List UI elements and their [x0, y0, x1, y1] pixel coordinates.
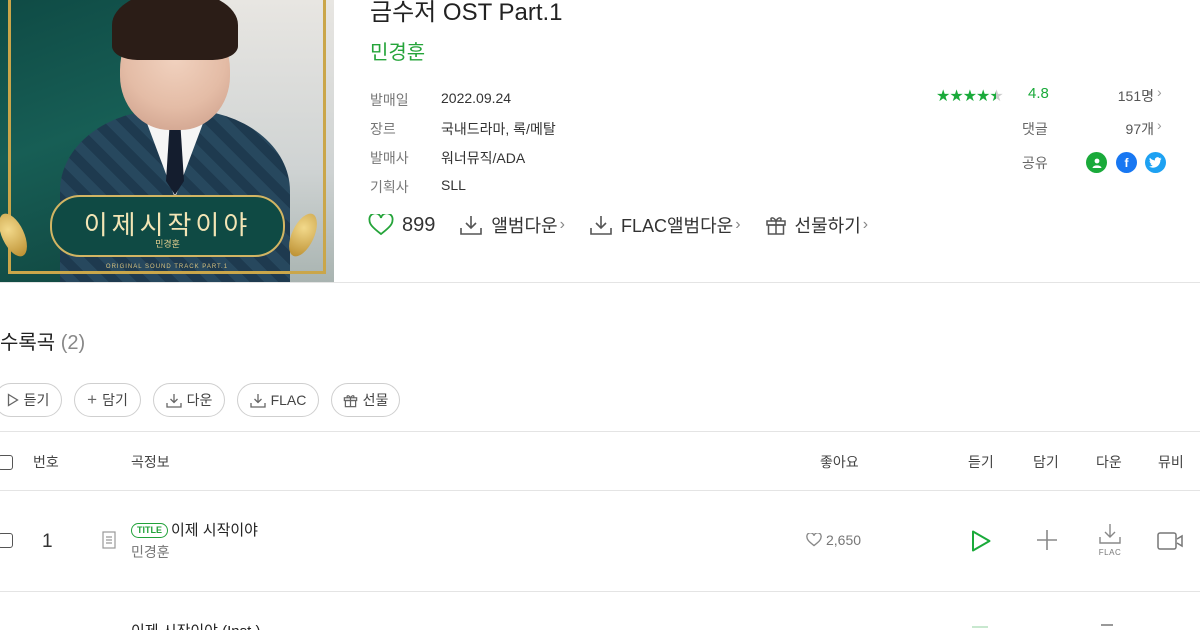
heart-icon: [806, 533, 822, 547]
genre-label: 장르: [370, 121, 396, 137]
album-download-label: 앨범다운: [491, 216, 558, 236]
plus-icon: +: [87, 390, 98, 409]
play-icon: [7, 393, 19, 407]
melon-profile-icon[interactable]: [1086, 152, 1107, 173]
like-count: 899: [402, 213, 436, 236]
song-title-link[interactable]: 이제 시작이야: [171, 522, 258, 539]
star-icon: ★: [949, 88, 963, 105]
album-artist-link[interactable]: 민경훈: [370, 36, 425, 65]
plus-icon: [1037, 530, 1057, 550]
title-badge: TITLE: [131, 523, 168, 538]
song-download-button[interactable]: FLAC: [1097, 523, 1123, 557]
rating-score: 4.8: [1028, 85, 1049, 102]
share-label: 공유: [1022, 155, 1048, 171]
table-top-border: [0, 431, 1200, 432]
cover-ost-text: ORIGINAL SOUND TRACK PART.1: [105, 264, 229, 270]
download-icon: [165, 393, 182, 408]
play-icon: [972, 626, 988, 628]
row-checkbox[interactable]: [0, 533, 13, 548]
add-selected-button[interactable]: + 담기: [74, 383, 141, 417]
agency-label: 기획사: [370, 179, 409, 195]
tracklist-title-text: 수록곡: [0, 332, 56, 354]
gift-label: 선물하기: [794, 216, 861, 236]
chevron-right-icon: ›: [1157, 117, 1162, 133]
chevron-right-icon: ›: [1157, 84, 1162, 100]
comments-label: 댓글: [1022, 121, 1048, 137]
star-icon: ★: [936, 88, 950, 105]
song-artist-link[interactable]: 민경훈: [131, 542, 170, 562]
listen-selected-button[interactable]: 듣기: [0, 383, 62, 417]
gift-selected-button[interactable]: 선물: [331, 383, 400, 417]
comments-count[interactable]: 97개: [1100, 119, 1154, 139]
download-icon: [460, 216, 483, 235]
flac-download-label: FLAC앨범다운: [620, 216, 734, 236]
select-all-checkbox[interactable]: [0, 455, 13, 470]
col-info: 곡정보: [131, 454, 170, 470]
col-mv: 뮤비: [1158, 454, 1184, 470]
twitter-icon[interactable]: [1145, 152, 1166, 173]
song-title-link[interactable]: 이제 시작이야 (Inst.): [131, 620, 260, 630]
download-icon: [590, 216, 612, 235]
genre-value: 국내드라마, 록/메탈: [441, 121, 556, 137]
agency-value: SLL: [441, 177, 466, 193]
heart-icon: [368, 214, 394, 236]
gift-button[interactable]: 선물하기 ›: [765, 212, 869, 238]
col-number: 번호: [33, 454, 59, 470]
song-info-icon[interactable]: [102, 531, 116, 554]
add-button-label: 담기: [102, 392, 128, 408]
facebook-icon[interactable]: f: [1116, 152, 1137, 173]
music-video-button[interactable]: [1157, 531, 1187, 556]
flac-download-button[interactable]: FLAC앨범다운 ›: [589, 212, 741, 238]
album-download-button[interactable]: 앨범다운 ›: [459, 212, 565, 238]
add-to-playlist-button[interactable]: [1036, 529, 1058, 556]
flac-button-label: FLAC: [270, 392, 307, 408]
chevron-right-icon: ›: [862, 216, 869, 233]
col-listen: 듣기: [968, 454, 994, 470]
publisher-label: 발매사: [370, 150, 409, 166]
album-title: 금수저 OST Part.1: [370, 0, 563, 26]
song-title-wrap: TITLE 이제 시작이야: [131, 519, 258, 540]
download-icon: [1099, 524, 1121, 544]
col-add: 담기: [1033, 454, 1059, 470]
track-number: 1: [42, 531, 53, 552]
album-actions: 899 앨범다운 › FLAC앨범다운 › 선물하기 ›: [368, 212, 892, 238]
gift-button-label: 선물: [362, 392, 389, 408]
download-selected-button[interactable]: 다운: [153, 383, 225, 417]
star-icon: ★: [976, 88, 990, 105]
like-button[interactable]: 899: [368, 214, 435, 237]
table-row: 1 TITLE 이제 시작이야 민경훈 2,650 FLAC: [0, 491, 1200, 591]
cover-artist-text: 민경훈: [155, 239, 180, 249]
table-row: 이제 시작이야 (Inst.): [0, 592, 1200, 630]
cover-title-plate: 이제시작이야 민경훈: [50, 195, 285, 257]
play-button[interactable]: [970, 529, 992, 558]
song-like-button[interactable]: 2,650: [806, 532, 861, 548]
album-cover[interactable]: 이제시작이야 민경훈 ORIGINAL SOUND TRACK PART.1: [0, 0, 334, 282]
chevron-right-icon: ›: [735, 216, 741, 233]
release-date-label: 발매일: [370, 92, 409, 108]
listen-button-label: 듣기: [23, 392, 50, 408]
flac-selected-button[interactable]: FLAC: [237, 383, 319, 417]
half-star-icon: ★: [989, 88, 1003, 105]
chevron-right-icon: ›: [559, 216, 565, 233]
gift-icon: [765, 217, 786, 235]
play-icon: [972, 530, 991, 552]
download-button-label: 다운: [186, 392, 213, 408]
download-icon: [249, 393, 266, 408]
section-divider: [0, 282, 1200, 283]
video-icon: [1157, 532, 1183, 550]
rating-stars: ★★★★★: [936, 86, 1004, 106]
publisher-value: 워너뮤직/ADA: [441, 150, 526, 166]
flac-label: FLAC: [1098, 548, 1122, 557]
col-download: 다운: [1096, 454, 1122, 470]
release-date-value: 2022.09.24: [441, 90, 512, 106]
raters-count[interactable]: 151명: [1100, 86, 1154, 106]
plus-icon: [1101, 624, 1113, 626]
col-likes: 좋아요: [820, 454, 859, 470]
gift-icon: [343, 394, 357, 407]
tracklist-title: 수록곡 (2): [0, 326, 85, 355]
tracklist-count: (2): [60, 332, 86, 354]
song-like-count: 2,650: [826, 532, 862, 548]
star-icon: ★: [962, 88, 977, 105]
